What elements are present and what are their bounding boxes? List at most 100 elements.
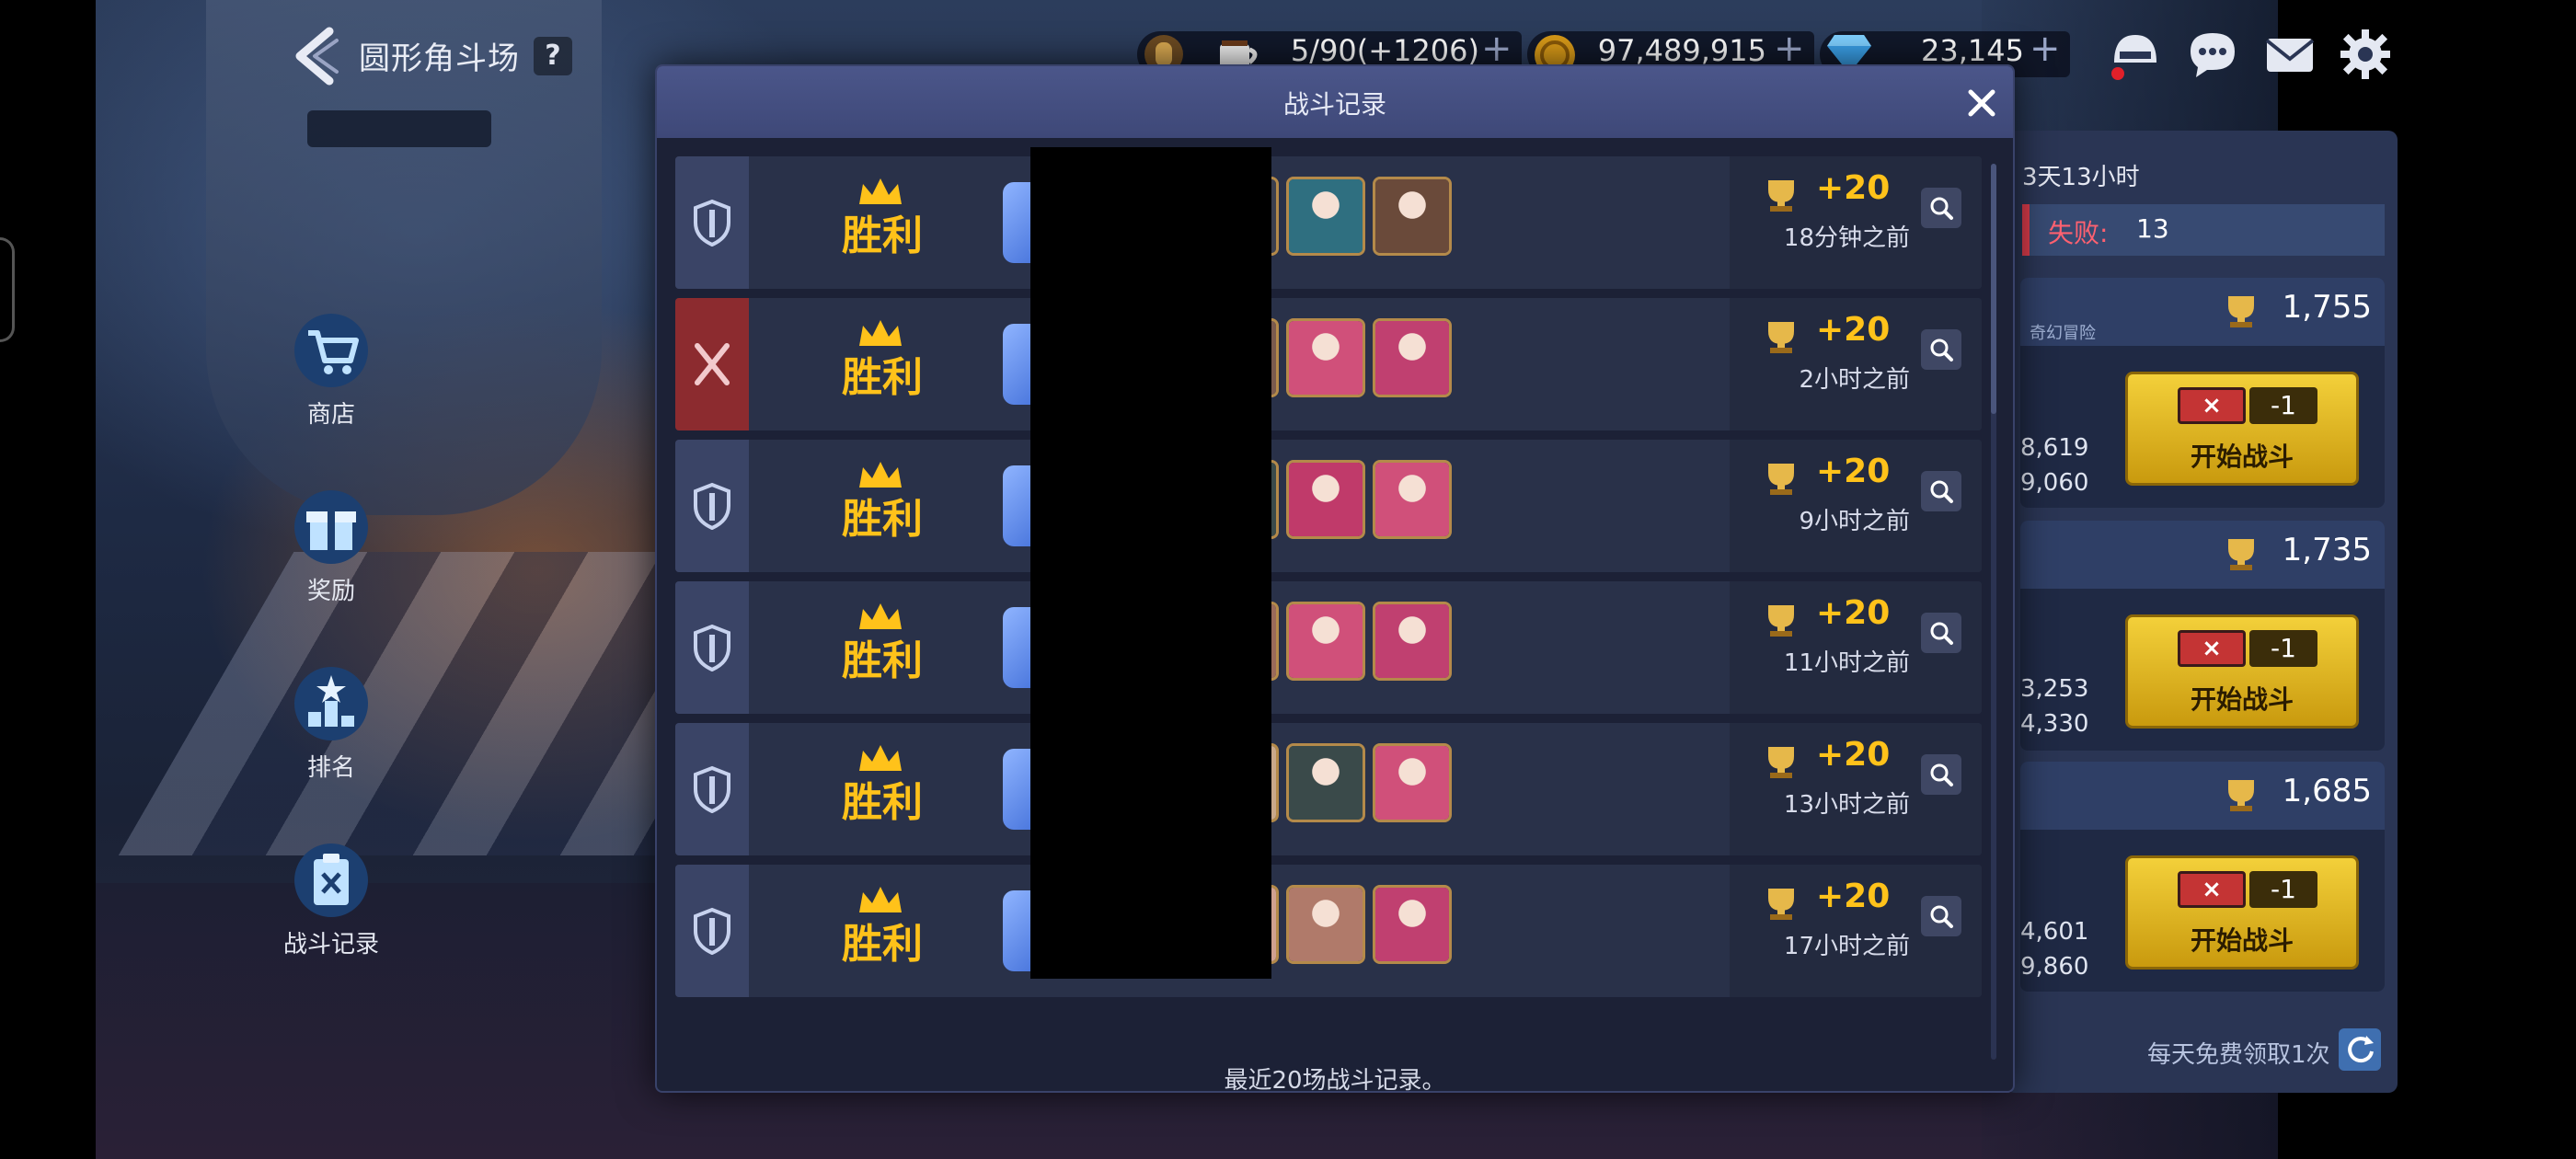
mail-button[interactable] [2261,26,2318,83]
settings-button[interactable] [2337,26,2394,83]
hero-portrait [1286,602,1365,681]
hero-avatar [1375,321,1449,395]
magnifier-icon [1930,763,1953,786]
points-gained: +20 [1816,594,1891,632]
hero-avatar [1289,321,1363,395]
battle-result: 胜利 [842,354,923,401]
opponent-stat: 9,060 [2020,469,2089,497]
start-battle-button[interactable]: × -1 开始战斗 [2125,855,2359,970]
menu-rewards[interactable]: 奖励 [276,488,386,606]
battle-result: 胜利 [842,921,923,968]
chat-button[interactable] [2184,26,2241,83]
shield-icon [694,624,730,671]
crossed-swords-icon [695,343,730,385]
start-battle-label: 开始战斗 [2190,442,2294,472]
menu-shop-label: 商店 [306,401,355,429]
opponent-stat: 3,253 [2020,675,2089,703]
hero-portrait [1373,885,1452,964]
hero-avatar [1375,179,1449,253]
ranking-icon [292,664,371,743]
view-detail-button[interactable] [1921,754,1961,795]
record-time: 13小时之前 [1783,791,1910,819]
start-battle-label: 开始战斗 [2190,684,2294,715]
start-battle-button[interactable]: × -1 开始战斗 [2125,614,2359,729]
redacted-area [1030,147,1271,979]
menu-ranking[interactable]: 排名 [276,664,386,783]
hero-portrait [1286,743,1365,822]
battle-ticket-cost: -1 [2249,387,2317,424]
hero-portrait [1286,177,1365,256]
defense-badge [675,156,749,289]
hero-avatar [1375,604,1449,678]
view-detail-button[interactable] [1921,329,1961,370]
battle-ticket-cost: -1 [2249,630,2317,667]
hero-portrait [1373,460,1452,539]
battle-ticket-icon: × [2178,387,2246,424]
record-time: 9小时之前 [1799,508,1910,535]
view-detail-button[interactable] [1921,613,1961,653]
opponent-tag: 奇幻冒险 [2030,324,2096,343]
opponent-points: 1,735 [2282,532,2372,568]
defense-badge [675,723,749,855]
points-gained: +20 [1816,453,1891,490]
battle-record-row: 胜利 +20 13小时之前 [675,723,1982,855]
battle-record-row: 胜利 +20 2小时之前 [675,298,1982,430]
hero-portrait [1373,743,1452,822]
trophy-icon [1768,747,1794,778]
magnifier-icon [1930,480,1953,503]
trophy-icon [2228,539,2254,570]
dialog-footer-note: 最近20场战斗记录。 [1224,1067,1446,1095]
gem-plus-button[interactable]: + [2030,28,2061,70]
points-gained: +20 [1816,736,1891,774]
battle-result: 胜利 [842,637,923,684]
trophy-icon [1768,464,1794,495]
hero-portrait [1373,177,1452,256]
stamina-value: 5/90(+1206) [1290,33,1479,68]
points-gained: +20 [1816,311,1891,349]
daily-free-label: 每天免费领取1次 [2147,1041,2330,1069]
battle-ticket-mark: × [2202,876,2222,903]
help-button[interactable]: ? [534,37,572,75]
opponent-points: 1,685 [2282,773,2372,809]
knight-visor [307,110,491,147]
trophy-icon [1768,322,1794,353]
view-detail-button[interactable] [1921,471,1961,511]
view-detail-button[interactable] [1921,188,1961,228]
battle-ticket-cost: -1 [2249,871,2317,908]
refresh-button[interactable] [2339,1028,2381,1071]
defense-badge [675,581,749,714]
magnifier-icon [1930,339,1953,361]
close-button[interactable] [1965,86,1998,120]
battle-ticket-icon: × [2178,630,2246,667]
guild-helmet-icon [2111,35,2156,80]
battle-result: 胜利 [842,779,923,826]
menu-ranking-label: 排名 [306,754,355,782]
hero-avatar [1375,746,1449,820]
scrollbar-thumb[interactable] [1991,164,1996,414]
defense-badge [675,440,749,572]
loss-label: 失败: [2048,218,2109,248]
menu-shop[interactable]: 商店 [276,311,386,430]
battle-ticket-icon: × [2178,871,2246,908]
guild-button[interactable] [2107,26,2164,83]
record-time: 17小时之前 [1783,933,1910,960]
hero-avatar [1289,604,1363,678]
points-gained: +20 [1816,878,1891,915]
attack-badge [675,298,749,430]
hero-avatar [1289,179,1363,253]
trophy-icon [2228,780,2254,811]
close-icon [1968,89,1995,117]
dialog-header: 战斗记录 [657,66,2013,138]
hero-portrait [1286,318,1365,397]
start-battle-button[interactable]: × -1 开始战斗 [2125,372,2359,486]
trophy-icon [1768,180,1794,212]
gold-value: 97,489,915 [1597,33,1766,68]
opponent-stat: 4,330 [2020,710,2089,738]
device-edge [0,237,15,342]
start-battle-label: 开始战斗 [2190,925,2294,956]
view-detail-button[interactable] [1921,896,1961,936]
hero-portrait [1373,318,1452,397]
battle-record-list[interactable]: 胜利 +20 18分钟之前 胜利 +20 2小时之前 胜利 +20 9小时之前 胜利 +20 11小时… [675,156,2000,1058]
back-button[interactable] [287,26,342,86]
menu-battle-record[interactable]: 战斗记录 [276,841,386,959]
